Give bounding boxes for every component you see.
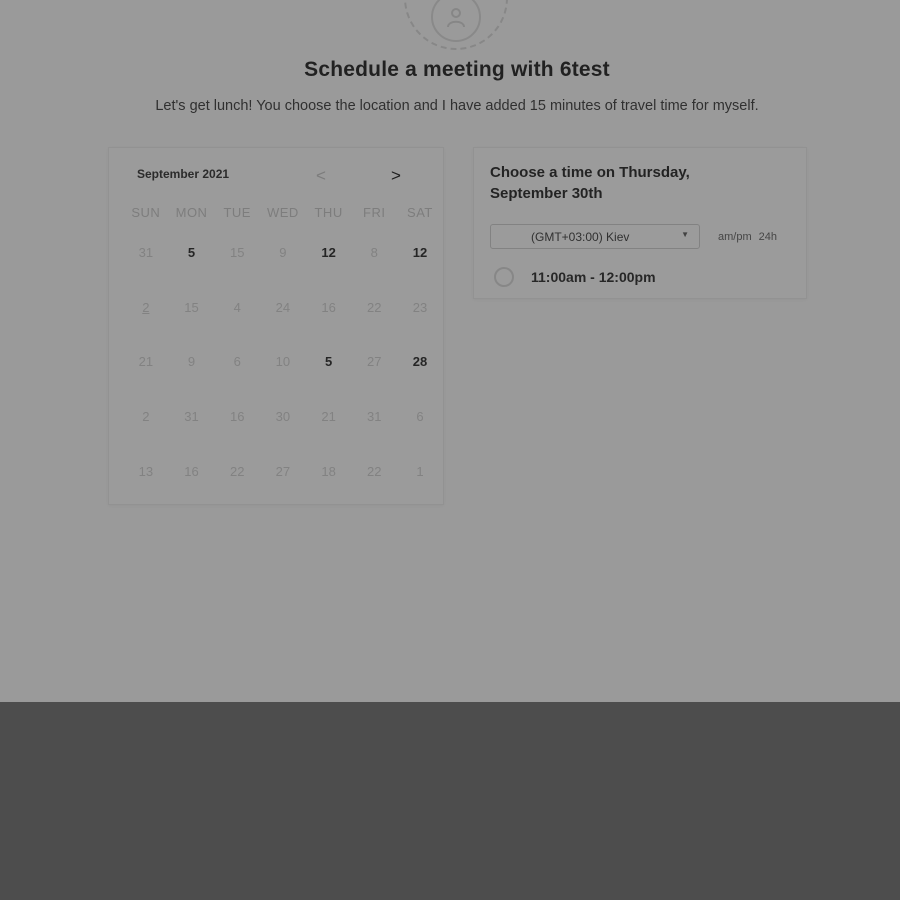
modal-overlay[interactable]	[0, 0, 900, 900]
